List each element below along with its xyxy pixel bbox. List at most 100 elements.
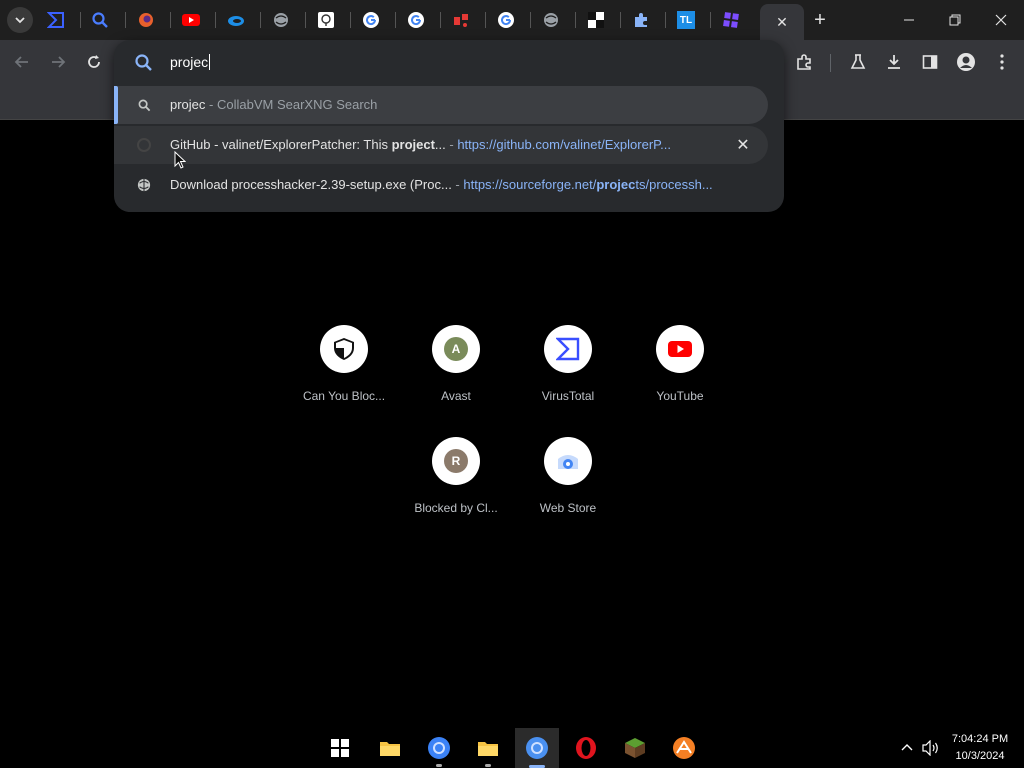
shortcut-tile[interactable]: R Blocked by Cl... [400,437,512,515]
close-window-button[interactable] [978,0,1024,40]
taskbar-file-explorer[interactable] [368,728,412,768]
tab-firefox[interactable] [134,8,158,32]
restore-icon [949,14,961,26]
loading-spinner-icon [136,137,152,153]
shortcut-tile[interactable]: YouTube [624,325,736,403]
forward-button[interactable] [46,50,70,74]
suggestion-separator: - [445,137,458,152]
close-icon [995,14,1007,26]
downloads-button[interactable] [882,50,906,74]
suggestion-url-end: ts/processh... [635,177,713,192]
minimize-icon [904,19,914,21]
extensions-button[interactable] [792,50,816,74]
suggestion-provider: CollabVM SearXNG Search [216,97,378,112]
tab-extensions[interactable] [629,8,653,32]
tab-youtube[interactable] [179,8,203,32]
tray-overflow-button[interactable] [896,728,918,768]
taskbar-chrome[interactable] [417,728,461,768]
suggestion-github[interactable]: GitHub - valinet/ExplorerPatcher: This p… [114,126,768,164]
tab-checker[interactable] [584,8,608,32]
tab-virustotal[interactable] [44,8,68,32]
chevron-up-icon [901,744,913,751]
suggestion-sourceforge[interactable]: Download processhacker-2.39-setup.exe (P… [114,166,768,204]
taskbar-orange-app[interactable] [662,728,706,768]
globe-icon [136,177,152,193]
tab-red-app[interactable] [449,8,473,32]
tl-icon: TL [677,11,695,29]
system-clock[interactable]: 7:04:24 PM 10/3/2024 [944,731,1016,765]
tab-search[interactable] [88,8,112,32]
active-tab[interactable]: ✕ [760,4,804,40]
taskbar [0,728,1024,768]
tab-separator [215,12,216,28]
flask-icon [850,54,866,69]
profile-button[interactable] [954,50,978,74]
side-panel-button[interactable] [918,50,942,74]
suggestion-search[interactable]: projec - CollabVM SearXNG Search [114,86,768,124]
tab-globe-2[interactable] [539,8,563,32]
letter-avatar: A [444,337,468,361]
tab-globe[interactable] [269,8,293,32]
restore-button[interactable] [932,0,978,40]
forward-arrow-icon [52,56,66,68]
start-button[interactable] [318,728,362,768]
shortcut-tile[interactable]: VirusTotal [512,325,624,403]
shortcut-icon-circle [656,325,704,373]
minimize-button[interactable] [886,0,932,40]
virustotal-icon [47,12,64,28]
letter-avatar: R [444,449,468,473]
back-button[interactable] [10,50,34,74]
virustotal-icon [556,337,580,361]
omnibox-popup: projec projec - CollabVM SearXNG Search … [114,40,784,212]
tab-google-2[interactable] [404,8,428,32]
tab-strip: TL ✕ + [0,0,1024,40]
webstore-icon [558,455,578,469]
tab-separator [350,12,351,28]
taskbar-chrome-active[interactable] [515,728,559,768]
windows-logo-icon [331,739,349,757]
omnibox-input-row[interactable]: projec [114,40,784,86]
suggestion-term: projec [170,97,206,112]
menu-button[interactable] [990,50,1014,74]
tab-edge[interactable] [224,8,248,32]
omnibox-input-value: projec [170,54,209,70]
tab-google-3[interactable] [494,8,518,32]
shortcut-label: Blocked by Cl... [414,501,498,515]
tab-google-1[interactable] [359,8,383,32]
shortcut-icon-circle: R [432,437,480,485]
close-icon: ✕ [736,137,750,154]
clock-time: 7:04:24 PM [951,733,1009,745]
remove-suggestion-button[interactable]: ✕ [734,136,752,154]
new-tab-button[interactable]: + [808,8,832,32]
shortcut-tile[interactable]: A Avast [400,325,512,403]
text-caret [209,54,211,70]
puzzle-icon [635,13,647,27]
taskbar-file-explorer-2[interactable] [466,728,510,768]
plus-icon: + [814,8,826,31]
shortcut-tile[interactable]: Web Store [512,437,624,515]
close-icon[interactable]: ✕ [776,14,788,31]
tab-search-button[interactable] [7,7,33,33]
reload-button[interactable] [82,50,106,74]
clock-date: 10/3/2024 [955,750,1005,762]
side-panel-icon [922,55,938,69]
edge-icon [228,16,244,26]
tab-separator [395,12,396,28]
shortcut-tile[interactable]: Can You Bloc... [288,325,400,403]
taskbar-minecraft[interactable] [613,728,657,768]
suggestion-text: GitHub - valinet/ExplorerPatcher: This p… [170,137,671,152]
toolbar-divider [830,54,831,72]
suggestion-url-start: https://sourceforge.net/ [463,177,597,192]
volume-button[interactable] [920,728,942,768]
selection-indicator [114,86,118,124]
speaker-icon [922,740,938,756]
tab-purple[interactable] [719,8,743,32]
omnibox-input[interactable]: projec [170,54,211,70]
taskbar-opera[interactable] [564,728,608,768]
reload-icon [88,55,100,68]
labs-button[interactable] [846,50,870,74]
tab-cloud[interactable] [314,8,338,32]
orange-app-icon [673,737,695,759]
tab-tl[interactable]: TL [674,8,698,32]
back-arrow-icon [14,56,28,68]
